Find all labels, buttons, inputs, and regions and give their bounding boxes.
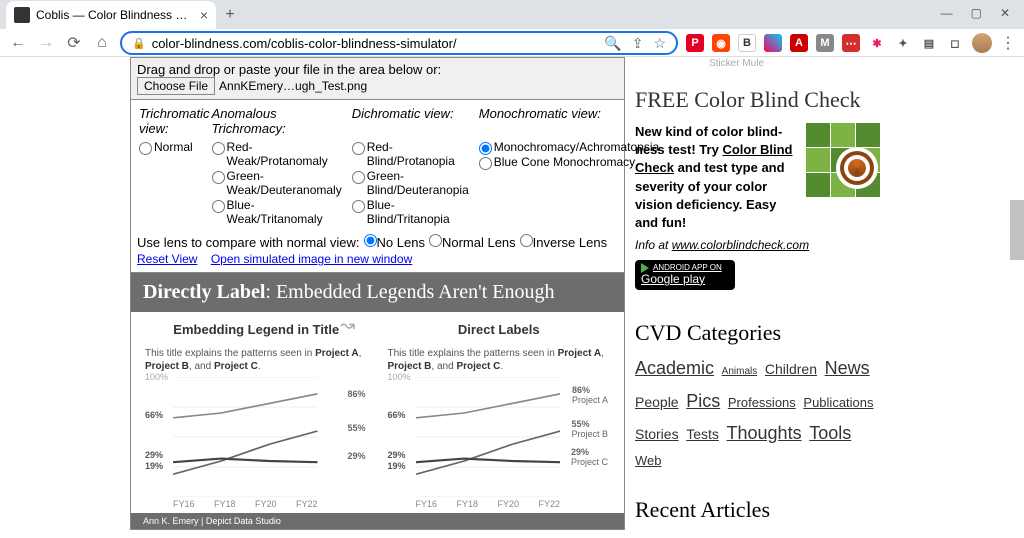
left-chart-title: Embedding Legend in Title xyxy=(145,322,368,337)
colorblind-info: Info at www.colorblindcheck.com xyxy=(635,232,880,252)
home-button[interactable]: ⌂ xyxy=(92,33,112,53)
gmail-ext-icon[interactable]: M xyxy=(816,34,834,52)
upload-instruction: Drag and drop or paste your file in the … xyxy=(137,62,618,77)
choose-file-button[interactable]: Choose File xyxy=(137,77,215,95)
tab-title: Coblis — Color Blindness Simul xyxy=(36,8,194,22)
adobe-ext-icon[interactable]: A xyxy=(790,34,808,52)
window-maximize-icon[interactable]: ▢ xyxy=(971,6,982,20)
page-scrollbar[interactable] xyxy=(1010,200,1024,260)
cat-thoughts[interactable]: Thoughts xyxy=(727,423,802,443)
back-button[interactable]: ← xyxy=(8,33,28,53)
pinterest-ext-icon[interactable]: P xyxy=(686,34,704,52)
browser-tab[interactable]: Coblis — Color Blindness Simul × xyxy=(6,1,216,29)
cat-publications[interactable]: Publications xyxy=(803,395,873,410)
cat-news[interactable]: News xyxy=(825,358,870,378)
trichromatic-header: Trichromatic view: xyxy=(139,106,210,138)
tritanomaly-option[interactable]: Blue-Weak/Tritanomaly xyxy=(212,198,342,227)
profile-avatar[interactable] xyxy=(972,33,992,53)
cat-academic[interactable]: Academic xyxy=(635,358,714,378)
ext-icon[interactable]: ◻ xyxy=(946,34,964,52)
bookmark-icon[interactable]: ☆ xyxy=(653,35,666,52)
deuteranopia-option[interactable]: Green-Blind/Deuteranopia xyxy=(352,169,469,198)
recent-articles-title: Recent Articles xyxy=(635,497,880,523)
tab-strip: Coblis — Color Blindness Simul × + — ▢ ✕ xyxy=(0,0,1024,29)
sidebar: FREE Color Blind Check New kind of color… xyxy=(625,57,880,538)
zoom-icon[interactable]: 🔍 xyxy=(604,35,621,52)
right-chart: Direct Labels This title explains the pa… xyxy=(388,322,611,509)
normal-lens-option[interactable]: Normal Lens xyxy=(429,234,516,250)
colorblind-check-text: New kind of color blind-ness test! Try C… xyxy=(635,123,795,232)
cat-children[interactable]: Children xyxy=(765,361,817,377)
sticker-mule-logo: Sticker Mule xyxy=(709,58,764,69)
cat-tests[interactable]: Tests xyxy=(686,426,719,442)
right-chart-title: Direct Labels xyxy=(388,322,611,337)
upload-box[interactable]: Drag and drop or paste your file in the … xyxy=(130,57,625,100)
url-input[interactable] xyxy=(152,36,599,51)
reload-button[interactable]: ⟳ xyxy=(64,33,84,53)
inverse-lens-option[interactable]: Inverse Lens xyxy=(520,234,607,250)
browser-toolbar: ← → ⟳ ⌂ 🔒 🔍 ⇪ ☆ P ◉ B A M ⋯ ✱ ✦ ▤ ◻ ⋮ xyxy=(0,29,1024,57)
chrome-menu-icon[interactable]: ⋮ xyxy=(1000,33,1016,53)
cat-animals[interactable]: Animals xyxy=(722,366,758,377)
colorblind-badge xyxy=(806,123,880,189)
extensions-menu-icon[interactable]: ✦ xyxy=(894,34,912,52)
ext-icon[interactable]: ▤ xyxy=(920,34,938,52)
left-chart-subtitle: This title explains the patterns seen in… xyxy=(145,347,368,373)
colorblind-info-link[interactable]: www.colorblindcheck.com xyxy=(672,238,809,252)
simulated-image: Directly Label: Embedded Legends Aren't … xyxy=(130,273,625,530)
protanopia-option[interactable]: Red-Blind/Protanopia xyxy=(352,140,469,169)
target-icon xyxy=(836,147,878,189)
tritanopia-option[interactable]: Blue-Blind/Tritanopia xyxy=(352,198,469,227)
window-close-icon[interactable]: ✕ xyxy=(1000,6,1010,20)
simulator-controls: Trichromatic view: Anomalous Trichromacy… xyxy=(130,100,625,273)
normal-option[interactable]: Normal xyxy=(139,140,202,155)
address-bar[interactable]: 🔒 🔍 ⇪ ☆ xyxy=(120,31,678,55)
ext-icon[interactable]: B xyxy=(738,34,756,52)
cat-stories[interactable]: Stories xyxy=(635,426,679,442)
tab-close-icon[interactable]: × xyxy=(200,7,208,23)
window-controls: — ▢ ✕ xyxy=(927,0,1024,26)
share-icon[interactable]: ⇪ xyxy=(632,35,644,52)
deuteranomaly-option[interactable]: Green-Weak/Deuteranomaly xyxy=(212,169,342,198)
protanomaly-option[interactable]: Red-Weak/Protanomaly xyxy=(212,140,342,169)
browser-chrome: Coblis — Color Blindness Simul × + — ▢ ✕… xyxy=(0,0,1024,57)
reset-view-link[interactable]: Reset View xyxy=(137,252,197,266)
ext-icon[interactable]: ◉ xyxy=(712,34,730,52)
new-tab-button[interactable]: + xyxy=(216,1,244,29)
extensions: P ◉ B A M ⋯ ✱ ✦ ▤ ◻ ⋮ xyxy=(686,33,1016,53)
cat-professions[interactable]: Professions xyxy=(728,395,796,410)
dichromatic-header: Dichromatic view: xyxy=(352,106,477,138)
categories-title: CVD Categories xyxy=(635,320,880,346)
open-new-window-link[interactable]: Open simulated image in new window xyxy=(211,252,412,266)
image-header: Directly Label: Embedded Legends Aren't … xyxy=(131,273,624,312)
no-lens-option[interactable]: No Lens xyxy=(364,234,425,250)
ext-icon[interactable]: ⋯ xyxy=(842,34,860,52)
image-footer: Ann K. Emery | Depict Data Studio xyxy=(131,513,624,529)
right-chart-subtitle: This title explains the patterns seen in… xyxy=(388,347,611,373)
google-play-badge[interactable]: ANDROID APP ONGoogle play xyxy=(635,260,735,290)
cat-people[interactable]: People xyxy=(635,394,679,410)
arrow-icon: ↝ xyxy=(340,315,355,336)
colorblind-check-title: FREE Color Blind Check xyxy=(635,87,880,113)
ext-icon[interactable]: ✱ xyxy=(868,34,886,52)
forward-button[interactable]: → xyxy=(36,33,56,53)
category-links: Academic Animals Children News People Pi… xyxy=(635,352,880,473)
cat-web[interactable]: Web xyxy=(635,453,662,468)
left-chart: Embedding Legend in Title This title exp… xyxy=(145,322,368,509)
favicon-icon xyxy=(14,7,30,23)
anomalous-header: Anomalous Trichromacy: xyxy=(212,106,350,138)
lens-label: Use lens to compare with normal view: xyxy=(137,235,360,250)
cat-pics[interactable]: Pics xyxy=(686,391,720,411)
uploaded-filename: AnnKEmery…ugh_Test.png xyxy=(219,79,367,93)
ext-icon[interactable] xyxy=(764,34,782,52)
cat-tools[interactable]: Tools xyxy=(809,423,851,443)
window-minimize-icon[interactable]: — xyxy=(941,6,953,20)
lock-icon: 🔒 xyxy=(132,37,146,50)
